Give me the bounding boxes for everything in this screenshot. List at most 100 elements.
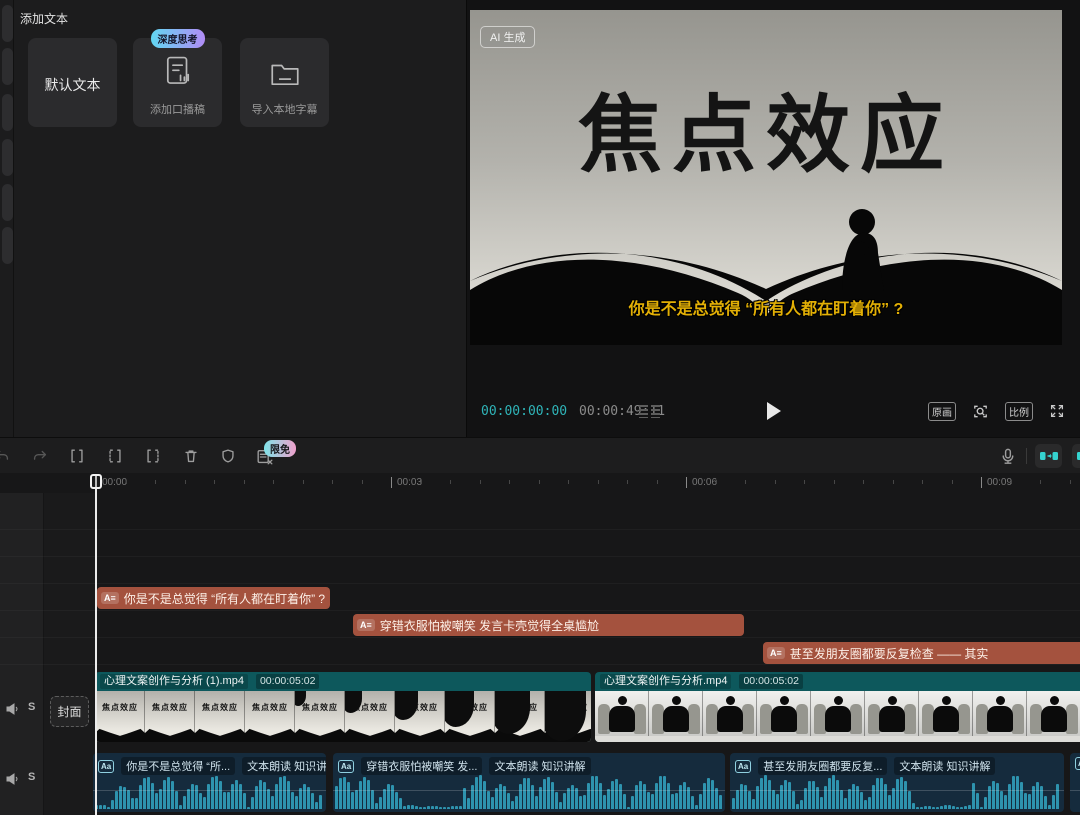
- cover-button[interactable]: 封面: [50, 696, 89, 727]
- video-thumbnail: 焦点效应: [395, 691, 445, 742]
- delete-icon[interactable]: [182, 447, 200, 465]
- ruler-tick: [539, 480, 540, 484]
- snap-toggle[interactable]: [1072, 444, 1080, 468]
- audio-text-icon: Aa: [735, 760, 751, 773]
- text-clip-icon: A≡: [767, 647, 785, 659]
- text-clip-icon: A≡: [357, 619, 375, 631]
- video-thumbnail: [757, 691, 811, 742]
- video-clip-2[interactable]: 心理文案创作与分析.mp4 00:00:05:02: [595, 672, 1080, 742]
- preview-controls: 00:00:00:00 00:00:49:11 原画 比例: [467, 393, 1080, 429]
- video-thumbnail: 焦点效应: [145, 691, 195, 742]
- ruler-label: 00:09: [981, 477, 1012, 488]
- ai-generated-badge: AI 生成: [480, 26, 535, 48]
- ruler-tick: [244, 480, 245, 484]
- audio-clip-4-partial[interactable]: Aa: [1070, 753, 1080, 812]
- video-track-mute-icon[interactable]: [6, 702, 20, 714]
- sidebar-item-partial[interactable]: [2, 5, 13, 42]
- default-text-card[interactable]: 默认文本: [28, 38, 117, 127]
- timeline-ruler[interactable]: 00:0000:0300:0600:09: [0, 473, 1080, 493]
- shield-icon[interactable]: [219, 447, 237, 465]
- ruler-tick: [1070, 480, 1071, 484]
- sidebar-item-partial[interactable]: [2, 48, 13, 85]
- ruler-tick: [598, 480, 599, 484]
- script-audio-icon: [161, 54, 195, 95]
- ruler-tick: [627, 480, 628, 484]
- audio-clip-3[interactable]: Aa 甚至发朋友圈都要反复... 文本朗读 知识讲解: [730, 753, 1064, 812]
- toolbar-divider: [1026, 448, 1027, 464]
- video-duration: 00:00:05:02: [739, 674, 802, 689]
- ruler-tick: [568, 480, 569, 484]
- text-clip-label: 你是不是总觉得 “所有人都在盯着你” ?: [124, 590, 325, 607]
- add-voiceover-script-card[interactable]: 深度思考 添加口播稿: [133, 38, 222, 127]
- video-editor-window: 添加文本 默认文本 深度思考 添加口播稿 导入本地字幕: [0, 0, 1080, 815]
- audio-track-solo-button[interactable]: S: [28, 771, 35, 783]
- video-clip-1[interactable]: 心理文案创作与分析 (1).mp4 00:00:05:02 焦点效应焦点效应焦点…: [95, 672, 591, 742]
- text-clip-label: 穿错衣服怕被嘲笑 发言卡壳觉得全桌尴尬: [380, 617, 599, 634]
- playhead-handle[interactable]: [90, 474, 102, 489]
- fullscreen-icon[interactable]: [1048, 402, 1066, 420]
- audio-waveform: [95, 773, 324, 809]
- timeline-toolbar: 限免: [0, 437, 1080, 475]
- audio-text-icon: Aa: [338, 760, 354, 773]
- video-filename: 心理文案创作与分析 (1).mp4: [100, 674, 248, 689]
- sidebar-item-partial[interactable]: [2, 94, 13, 131]
- video-thumbnail: [919, 691, 973, 742]
- ruler-tick: [1040, 480, 1041, 484]
- sidebar-item-partial[interactable]: [2, 227, 13, 264]
- ruler-tick: [922, 480, 923, 484]
- ruler-tick: [303, 480, 304, 484]
- video-thumbnail: 焦点效应: [495, 691, 545, 742]
- import-subtitles-card[interactable]: 导入本地字幕: [240, 38, 329, 127]
- sitting-person-silhouette: [842, 209, 884, 291]
- video-thumbnail: 焦点效应: [195, 691, 245, 742]
- microphone-icon[interactable]: [998, 447, 1016, 465]
- audio-text-icon: Aa: [1075, 757, 1080, 770]
- text-clip-2[interactable]: A≡ 穿错衣服怕被嘲笑 发言卡壳觉得全桌尴尬: [353, 614, 744, 636]
- aspect-ratio-button[interactable]: 比例: [1005, 402, 1033, 421]
- ruler-tick: [450, 480, 451, 484]
- magnetic-link-toggle[interactable]: [1035, 444, 1062, 468]
- audio-waveform: [335, 773, 723, 809]
- panel-title: 添加文本: [20, 10, 68, 27]
- video-thumbnail: 焦点效应: [295, 691, 345, 742]
- text-clip-3[interactable]: A≡ 甚至发朋友圈都要反复检查 —— 其实: [763, 642, 1080, 664]
- folder-icon: [268, 60, 302, 93]
- ruler-tick: [775, 480, 776, 484]
- ruler-tick: [952, 480, 953, 484]
- audio-clip-1[interactable]: Aa 你是不是总觉得 “所... 文本朗读 知识讲解: [93, 753, 326, 812]
- sidebar-item-partial[interactable]: [2, 139, 13, 176]
- split-delete-right-icon[interactable]: [144, 447, 162, 465]
- video-thumbnail-strip: [595, 691, 1080, 742]
- original-quality-button[interactable]: 原画: [928, 402, 956, 421]
- text-clip-icon: A≡: [101, 592, 119, 604]
- video-thumbnail: [595, 691, 649, 742]
- limited-free-badge: 限免: [264, 440, 296, 457]
- ruler-tick: [185, 480, 186, 484]
- sidebar-item-partial[interactable]: [2, 184, 13, 221]
- track-header-column: [0, 493, 43, 815]
- playhead-line: [95, 474, 97, 815]
- text-clip-1[interactable]: A≡ 你是不是总觉得 “所有人都在盯着你” ?: [97, 587, 330, 609]
- video-thumbnail: [703, 691, 757, 742]
- video-thumbnail: [811, 691, 865, 742]
- ruler-tick: [863, 480, 864, 484]
- ruler-tick: [362, 480, 363, 484]
- undo-icon[interactable]: [0, 447, 11, 465]
- default-text-label: 默认文本: [28, 75, 117, 95]
- audio-clip-2[interactable]: Aa 穿错衣服怕被嘲笑 发... 文本朗读 知识讲解: [333, 753, 725, 812]
- ruler-tick: [126, 480, 127, 484]
- video-thumbnail: [865, 691, 919, 742]
- split-icon[interactable]: [68, 447, 86, 465]
- split-delete-left-icon[interactable]: [106, 447, 124, 465]
- play-button[interactable]: [767, 402, 781, 420]
- redo-icon[interactable]: [31, 447, 49, 465]
- video-thumbnail: 焦点效应: [345, 691, 395, 742]
- audio-track-mute-icon[interactable]: [6, 772, 20, 784]
- video-thumbnail: [649, 691, 703, 742]
- ruler-tick: [155, 480, 156, 484]
- quality-lines-icon[interactable]: [639, 405, 661, 418]
- video-track-solo-button[interactable]: S: [28, 701, 35, 713]
- timeline: 00:0000:0300:0600:09 S 封面 S A≡ 你是不是总觉得 “…: [0, 473, 1080, 815]
- ruler-tick: [804, 480, 805, 484]
- focus-zoom-icon[interactable]: [971, 402, 990, 421]
